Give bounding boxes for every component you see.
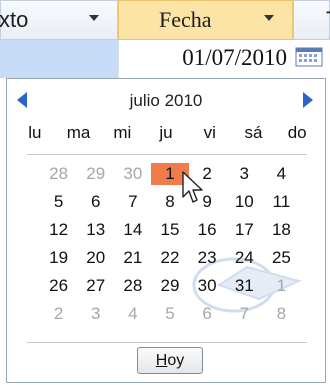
chevron-down-icon[interactable] xyxy=(89,15,99,21)
calendar-day[interactable]: 11 xyxy=(263,191,300,213)
calendar-day[interactable]: 3 xyxy=(77,303,114,325)
calendar-day[interactable]: 29 xyxy=(151,275,188,297)
calendar-day[interactable]: 26 xyxy=(40,275,77,297)
column-header-texto[interactable]: xto xyxy=(0,0,118,40)
calendar-day[interactable]: 31 xyxy=(226,275,263,297)
divider xyxy=(27,342,307,343)
weekday-header: lu ma mi ju vi sá do xyxy=(13,123,319,151)
calendar-day[interactable]: 28 xyxy=(40,163,77,185)
calendar-day[interactable]: 13 xyxy=(77,219,114,241)
calendar-day[interactable]: 27 xyxy=(77,275,114,297)
calendar-day[interactable]: 30 xyxy=(114,163,151,185)
calendar-day[interactable]: 5 xyxy=(151,303,188,325)
calendar-day[interactable]: 22 xyxy=(151,247,188,269)
calendar-day[interactable]: 7 xyxy=(114,191,151,213)
calendar-day[interactable]: 10 xyxy=(226,191,263,213)
today-button-label: Hoy xyxy=(155,352,185,369)
column-header-label: Fecha xyxy=(159,7,212,32)
calendar-day[interactable]: 24 xyxy=(226,247,263,269)
calendar-day[interactable]: 17 xyxy=(226,219,263,241)
calendar-day[interactable]: 19 xyxy=(40,247,77,269)
date-picker-popup: julio 2010 lu ma mi ju vi sá do 28 29 30 1 2 3 4 5 6 7 8… xyxy=(6,78,326,383)
column-header-label: T xyxy=(326,7,330,33)
weekday-label: mi xyxy=(113,123,132,142)
today-button[interactable]: Hoy xyxy=(137,347,203,374)
column-header-label: xto xyxy=(0,7,29,32)
calendar-day[interactable]: 3 xyxy=(226,163,263,185)
calendar-day[interactable]: 15 xyxy=(151,219,188,241)
calendar-day[interactable]: 29 xyxy=(77,163,114,185)
calendar-day[interactable]: 30 xyxy=(189,275,226,297)
calendar-day[interactable]: 21 xyxy=(114,247,151,269)
month-label: julio 2010 xyxy=(129,91,203,110)
calendar-day[interactable]: 16 xyxy=(189,219,226,241)
calendar-day[interactable]: 25 xyxy=(263,247,300,269)
next-month-icon[interactable] xyxy=(303,92,313,108)
weekday-label: ju xyxy=(159,123,173,142)
date-value: 01/07/2010 xyxy=(182,45,287,70)
calendar-days-grid: 28 29 30 1 2 3 4 5 6 7 8 9 10 11 12 13 14 15 16 17 18 19 20 21 2… xyxy=(40,163,300,325)
weekday-label: lu xyxy=(28,123,42,142)
calendar-day[interactable]: 4 xyxy=(114,303,151,325)
weekday-label: vi xyxy=(203,123,216,142)
calendar-day[interactable]: 4 xyxy=(263,163,300,185)
calendar-day[interactable]: 12 xyxy=(40,219,77,241)
calendar-day[interactable]: 6 xyxy=(77,191,114,213)
calendar-day[interactable]: 23 xyxy=(189,247,226,269)
column-header-next[interactable]: T xyxy=(293,0,330,40)
weekday-label: sá xyxy=(244,123,263,142)
calendar-day[interactable]: 1 xyxy=(263,275,300,297)
selected-row-cell[interactable] xyxy=(0,40,118,78)
column-header-fecha[interactable]: Fecha xyxy=(118,0,293,40)
date-field[interactable]: 01/07/2010 xyxy=(118,40,293,78)
calendar-day[interactable]: 5 xyxy=(40,191,77,213)
weekday-label: do xyxy=(287,123,307,142)
calendar-day[interactable]: 20 xyxy=(77,247,114,269)
calendar-day[interactable]: 18 xyxy=(263,219,300,241)
calendar-icon[interactable] xyxy=(295,47,323,67)
calendar-day[interactable]: 8 xyxy=(263,303,300,325)
chevron-down-icon[interactable] xyxy=(264,15,274,21)
divider xyxy=(27,154,307,155)
mouse-pointer-icon xyxy=(182,171,203,203)
weekday-label: ma xyxy=(66,123,91,142)
calendar-day[interactable]: 6 xyxy=(189,303,226,325)
calendar-day[interactable]: 2 xyxy=(40,303,77,325)
calendar-day[interactable]: 28 xyxy=(114,275,151,297)
calendar-day[interactable]: 7 xyxy=(226,303,263,325)
calendar-day[interactable]: 14 xyxy=(114,219,151,241)
